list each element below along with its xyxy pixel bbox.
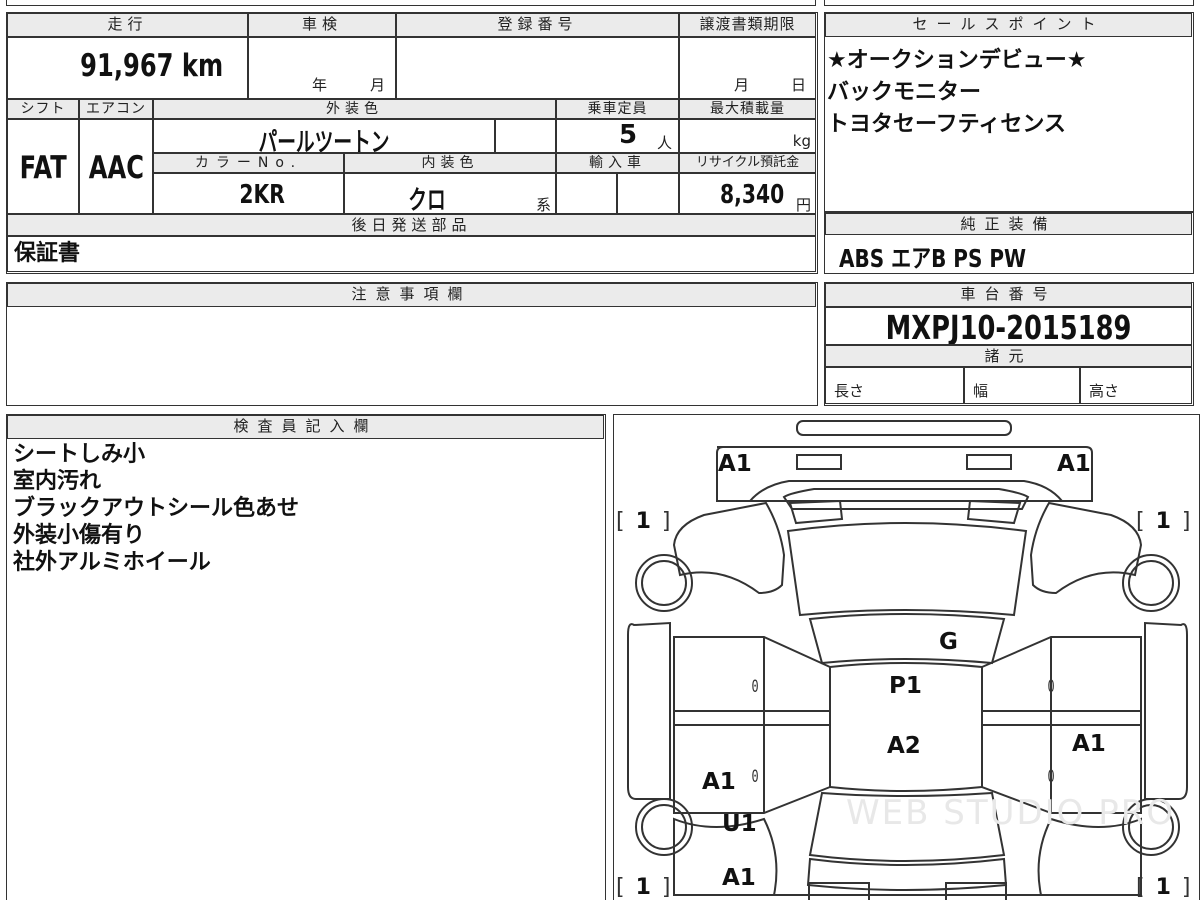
standard-equipment-value: ABS エアB PS PW (839, 244, 1027, 273)
width-cell: 幅 (964, 367, 1080, 404)
damage-left-rear-door: A1 (702, 769, 736, 795)
chassis-number: MXPJ10-2015189 (885, 308, 1132, 345)
shift-value: FAT (19, 150, 67, 186)
zero-mark: 0 (1047, 677, 1055, 697)
inspector-note-item: シートしみ小 (13, 442, 146, 467)
aircon-value: AAC (88, 150, 144, 186)
standard-equipment-header: 純正装備 (825, 213, 1192, 235)
capacity-cell: 5 人 (556, 119, 679, 153)
inspector-note-item: 室内汚れ (13, 469, 102, 494)
length-cell: 長さ (825, 367, 964, 404)
mileage-value: 91,967 km (79, 48, 223, 84)
aircon-header: エアコン (79, 99, 153, 119)
inspector-note-item: ブラックアウトシール色あせ (13, 496, 300, 521)
height-label: 高さ (1089, 382, 1120, 400)
color-no-value: 2KR (239, 180, 285, 210)
exterior-color-value: パールツートン (258, 128, 390, 153)
later-parts-header: 後日発送部品 (7, 214, 816, 236)
import-cell-left (556, 173, 617, 214)
tire-rear-left: [ 1 ] (616, 875, 673, 900)
registration-header: 登録番号 (396, 13, 679, 37)
registration-cell (396, 37, 679, 99)
watermark: WEB STUDIO PRO (846, 793, 1176, 833)
tire-rear-right: [ 1 ] (1136, 875, 1193, 900)
sales-point-item: バックモニター (827, 80, 982, 105)
sales-point-box: セールスポイント ★オークションデビュー★ バックモニター トヨタセーフティセン… (824, 12, 1194, 212)
interior-color-value: クロ (408, 186, 446, 214)
import-cell-right (617, 173, 679, 214)
inspector-note-item: 外装小傷有り (13, 523, 146, 548)
inspection-cell: 年 月 (248, 37, 396, 99)
chassis-header: 車台番号 (825, 283, 1192, 307)
inspector-notes-list: シートしみ小 室内汚れ ブラックアウトシール色あせ 外装小傷有り 社外アルミホイ… (13, 441, 299, 576)
shift-cell: FAT (7, 119, 79, 214)
color-no-cell: 2KR (153, 173, 344, 214)
transfer-month-unit: 月 (734, 76, 750, 94)
notes-header: 注意事項欄 (7, 283, 816, 307)
recycle-header: リサイクル預託金 (679, 153, 816, 173)
tire-front-left: [ 1 ] (616, 509, 673, 534)
max-load-header: 最大積載量 (679, 99, 816, 119)
specs-header: 諸元 (825, 345, 1192, 367)
top-fragment-left (6, 0, 816, 6)
inspection-header: 車検 (248, 13, 396, 37)
sales-point-header: セールスポイント (825, 13, 1192, 37)
zero-mark: 0 (1047, 767, 1055, 787)
damage-diagram-box: A1 A1 [ 1 ] [ 1 ] [ 1 ] [ 1 ] G P1 A2 A1… (613, 414, 1200, 900)
transfer-deadline-header: 譲渡書類期限 (679, 13, 816, 37)
width-label: 幅 (973, 382, 989, 400)
import-header: 輸入車 (556, 153, 679, 173)
inspector-note-item: 社外アルミホイール (13, 550, 211, 575)
interior-color-cell: クロ 系 (344, 173, 556, 214)
inspection-year-unit: 年 (312, 76, 328, 94)
tire-front-right: [ 1 ] (1136, 509, 1193, 534)
inspector-notes-header: 検査員記入欄 (7, 415, 604, 439)
inspection-month-unit: 月 (370, 76, 386, 94)
exterior-color-header: 外装色 (153, 99, 556, 119)
zero-mark: 0 (751, 767, 759, 787)
recycle-unit: 円 (795, 196, 811, 214)
max-load-unit: kg (792, 132, 811, 150)
damage-right-rear-door: A1 (1072, 731, 1106, 757)
interior-color-header: 内装色 (344, 153, 556, 173)
inspector-notes-box: 検査員記入欄 シートしみ小 室内汚れ ブラックアウトシール色あせ 外装小傷有り … (6, 414, 606, 900)
transfer-day-unit: 日 (791, 76, 807, 94)
interior-color-suffix: 系 (535, 196, 551, 214)
later-parts-value: 保証書 (14, 241, 81, 266)
damage-roof-rear: A2 (887, 733, 921, 759)
mileage-cell: 91,967 km (7, 37, 248, 99)
damage-front-right: A1 (1057, 451, 1091, 477)
damage-roof-front: P1 (889, 673, 922, 699)
damage-front-left: A1 (718, 451, 752, 477)
capacity-unit: 人 (657, 134, 673, 152)
mileage-header: 走行 (7, 13, 248, 37)
vehicle-info-table: 走行 車検 登録番号 譲渡書類期限 91,967 km 年 月 月 日 シフト … (6, 12, 818, 274)
exterior-color-cell: パールツートン (153, 119, 495, 153)
notes-box: 注意事項欄 (6, 282, 818, 406)
transfer-deadline-cell: 月 日 (679, 37, 816, 99)
capacity-value: 5 (619, 120, 638, 150)
damage-rear-bumper: A1 (722, 865, 756, 891)
damage-windshield: G (939, 629, 958, 655)
max-load-cell: kg (679, 119, 816, 153)
top-fragment-right (824, 0, 1194, 6)
color-no-header: カラーNo. (153, 153, 344, 173)
exterior-color-extra-cell (495, 119, 556, 153)
sales-point-item: ★オークションデビュー★ (827, 48, 1087, 73)
capacity-header: 乗車定員 (556, 99, 679, 119)
recycle-value: 8,340 (719, 180, 784, 210)
height-cell: 高さ (1080, 367, 1192, 404)
zero-mark: 0 (751, 677, 759, 697)
aircon-cell: AAC (79, 119, 153, 214)
chassis-cell: MXPJ10-2015189 (825, 307, 1192, 345)
sales-point-list: ★オークションデビュー★ バックモニター トヨタセーフティセンス (827, 45, 1086, 141)
chassis-box: 車台番号 MXPJ10-2015189 諸元 長さ 幅 高さ (824, 282, 1194, 406)
damage-left-rear-quarter: U1 (722, 811, 757, 837)
later-parts-cell: 保証書 (7, 236, 816, 272)
length-label: 長さ (834, 382, 865, 400)
sales-point-item: トヨタセーフティセンス (827, 112, 1066, 137)
standard-equipment-box: 純正装備 ABS エアB PS PW (824, 212, 1194, 274)
recycle-cell: 8,340 円 (679, 173, 816, 214)
shift-header: シフト (7, 99, 79, 119)
